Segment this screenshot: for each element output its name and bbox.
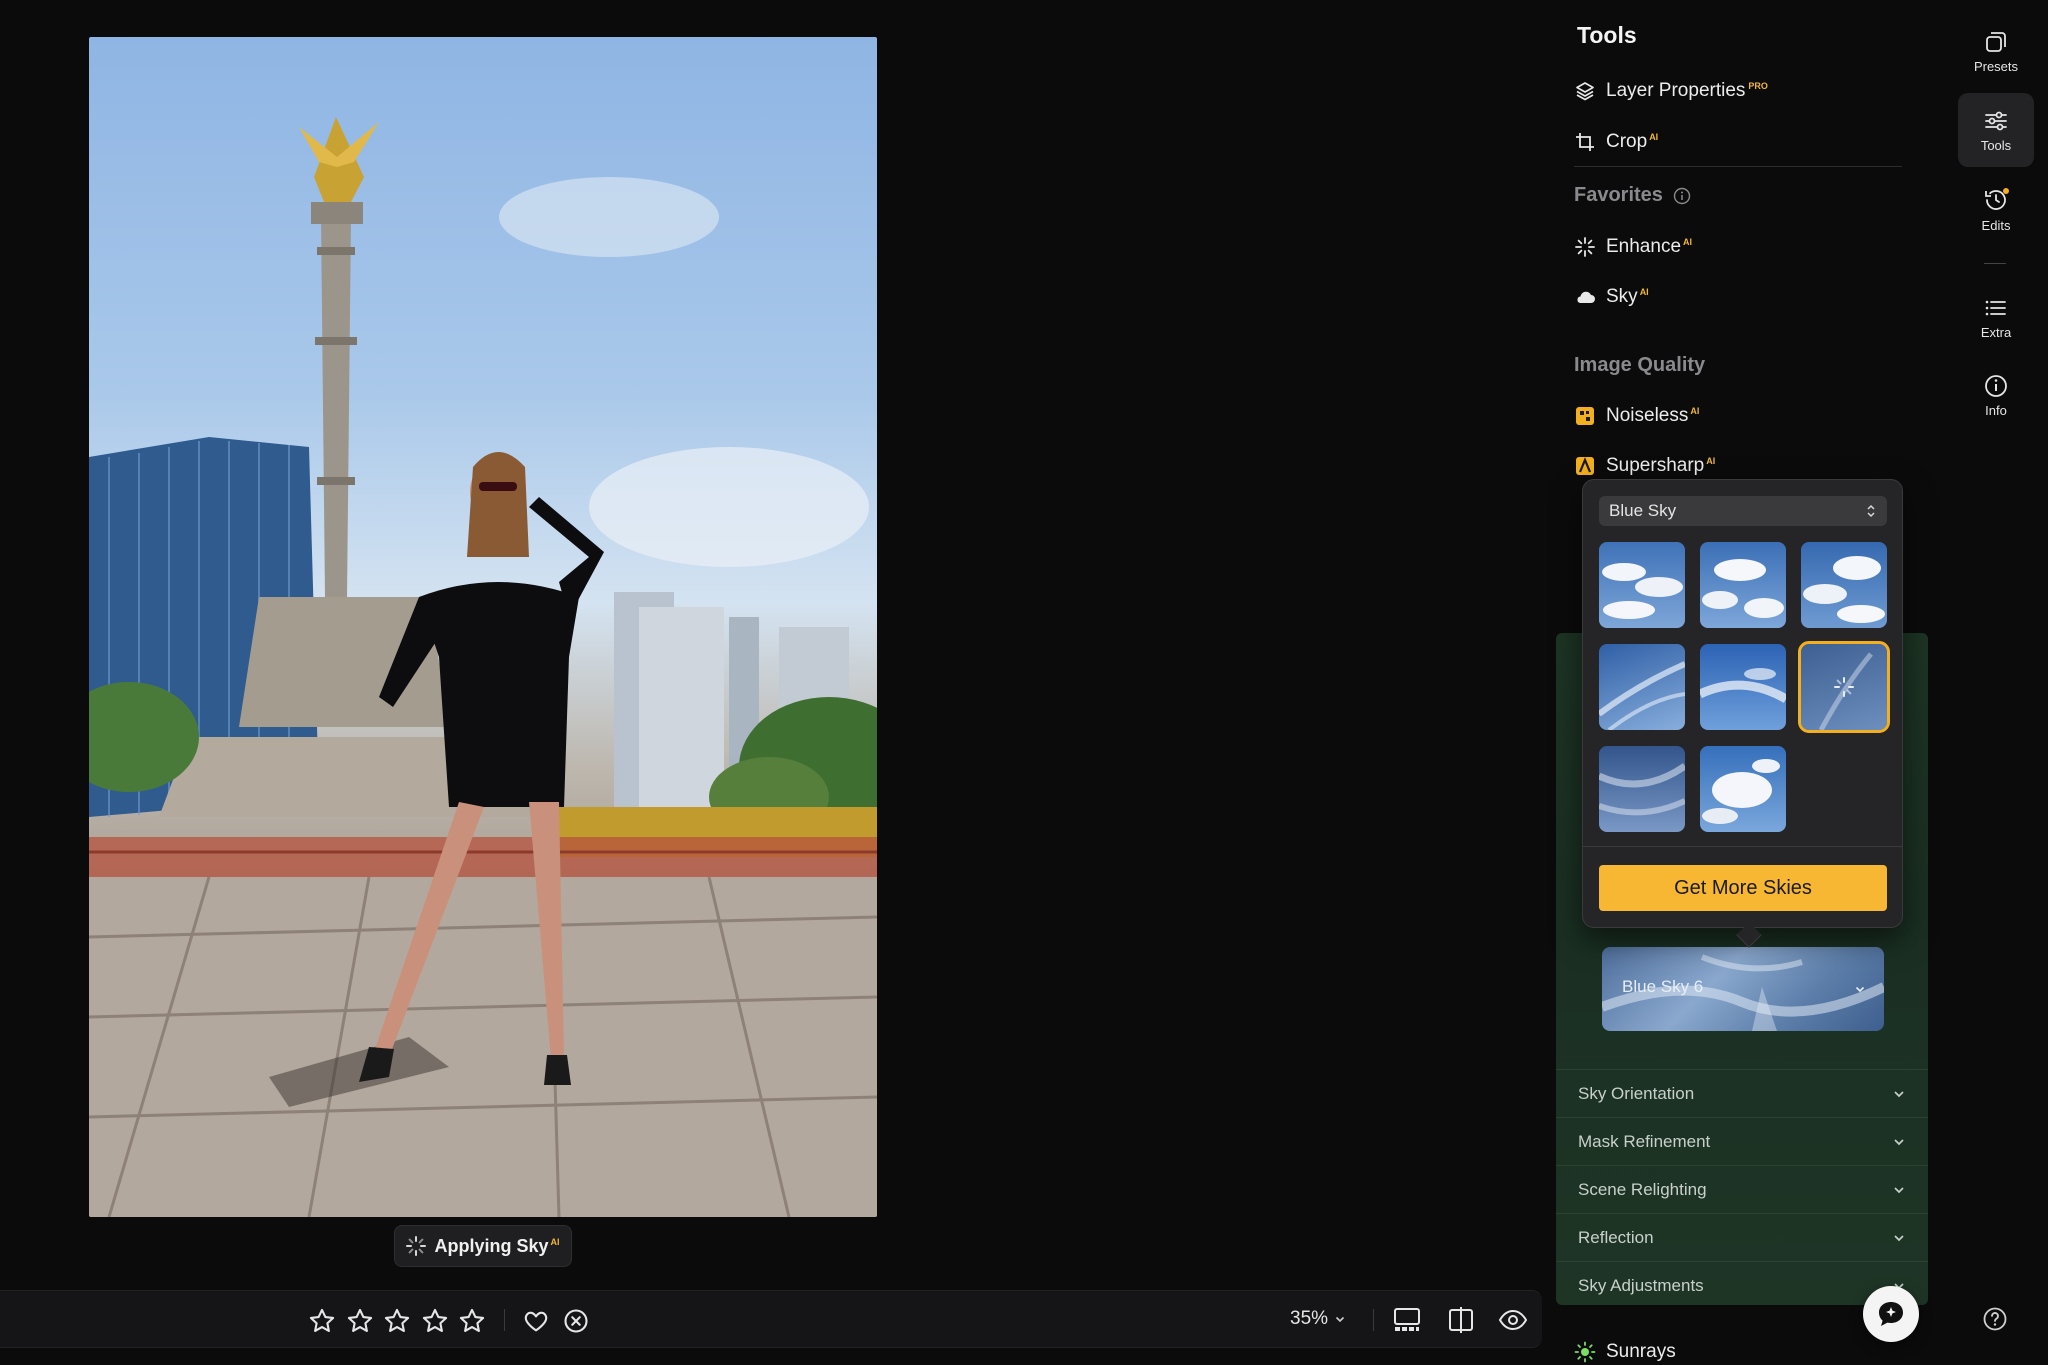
chevron-down-icon [1894, 1234, 1904, 1241]
chevron-down-icon [1855, 986, 1865, 993]
sky-thumbnail-image [1599, 763, 1685, 816]
sunrays-icon [1574, 1341, 1596, 1363]
chevron-down-icon [1335, 1316, 1345, 1323]
tool-noiseless[interactable]: Noiseless AI [1574, 399, 1699, 433]
rail-item-tools[interactable]: Tools [1958, 93, 2034, 167]
rail-item-presets[interactable]: Presets [1958, 14, 2034, 88]
rail-divider [1984, 263, 2006, 264]
rail-item-edits[interactable]: Edits [1958, 172, 2034, 246]
sky-thumbnail-8[interactable] [1700, 746, 1786, 832]
star-rating-2-icon[interactable] [346, 1307, 374, 1335]
panel-title: Tools [1577, 22, 1637, 48]
tool-enhance[interactable]: Enhance AI [1574, 230, 1692, 264]
tool-label: Supersharp AI [1606, 455, 1716, 476]
star-rating-1-icon[interactable] [308, 1307, 336, 1335]
accordion-mask-refinement[interactable]: Mask Refinement [1556, 1117, 1928, 1165]
heart-icon[interactable] [522, 1307, 550, 1335]
filmstrip-icon[interactable] [1392, 1306, 1422, 1334]
sky-selection-dropdown[interactable]: Blue Sky 6 [1602, 947, 1884, 1031]
tool-label: Enhance AI [1606, 236, 1693, 257]
star-rating-3-icon[interactable] [383, 1307, 411, 1335]
photo-canvas[interactable] [89, 37, 877, 1217]
notification-dot [2003, 187, 2009, 194]
star-rating-4-icon[interactable] [421, 1307, 449, 1335]
tool-layer-properties[interactable]: Layer Properties PRO [1574, 74, 1768, 108]
sky-thumbnail-image [1803, 556, 1885, 623]
toolbar-divider [504, 1309, 505, 1331]
supersharp-icon [1576, 457, 1594, 475]
tool-sunrays[interactable]: Sunrays [1574, 1335, 1676, 1365]
get-more-skies-button[interactable]: Get More Skies [1599, 865, 1887, 911]
sky-thumbnail-image [1702, 759, 1780, 824]
sky-thumbnail-7[interactable] [1599, 746, 1685, 832]
applying-sky-status: Applying Sky AI [394, 1225, 572, 1267]
chevron-down-icon [1894, 1138, 1904, 1145]
zoom-dropdown[interactable]: 35% [1290, 1308, 1346, 1330]
help-icon[interactable] [1982, 1306, 2008, 1332]
cloud-icon [1577, 291, 1595, 303]
sky-thumbnail-4[interactable] [1599, 644, 1685, 730]
chat-assistant-button[interactable] [1863, 1286, 1919, 1342]
tool-label: Layer Properties PRO [1606, 80, 1768, 101]
section-image-quality: Image Quality [1574, 354, 1706, 376]
sky-thumbnail-6-selected[interactable] [1798, 641, 1890, 733]
rail-item-extra[interactable]: Extra [1958, 280, 2034, 354]
sky-thumbnail-2[interactable] [1700, 542, 1786, 628]
tool-label: Sky AI [1606, 286, 1649, 307]
section-divider [1574, 166, 1902, 167]
crop-icon [1576, 133, 1594, 151]
sky-thumbnail-image [1700, 668, 1786, 703]
accordion-reflection[interactable]: Reflection [1556, 1213, 1928, 1261]
sky-picker-popover: Blue Sky Get More Skies [1582, 479, 1903, 948]
info-circle-icon[interactable] [1673, 187, 1691, 205]
tool-supersharp[interactable]: Supersharp AI [1574, 449, 1715, 483]
noiseless-icon [1576, 407, 1594, 425]
right-rail-nav: Presets Tools Edits Extra Info [1956, 0, 2048, 1365]
sky-thumbnail-image [1702, 559, 1784, 618]
selected-sky-name: Blue Sky 6 [1622, 977, 1704, 996]
tool-crop[interactable]: Crop AI [1574, 125, 1658, 159]
updown-chevron-icon [1867, 504, 1875, 518]
section-favorites: Favorites [1574, 184, 1691, 207]
sky-category-select[interactable]: Blue Sky [1599, 496, 1887, 526]
chat-sparkle-icon [1879, 1302, 1903, 1326]
presets-icon [1986, 31, 2006, 52]
tool-label: Crop AI [1606, 131, 1659, 152]
tool-sky[interactable]: Sky AI [1574, 280, 1649, 314]
spinner-icon [406, 1236, 427, 1256]
sky-thumbnail-image [1599, 661, 1685, 730]
sky-thumbnail-1[interactable] [1599, 542, 1685, 628]
rail-item-info[interactable]: Info [1958, 358, 2034, 432]
reject-icon[interactable] [562, 1307, 590, 1335]
list-icon [1985, 300, 2006, 315]
sky-thumbnail-image [1818, 652, 1873, 730]
layers-icon [1576, 82, 1594, 101]
toolbar-divider [1373, 1309, 1374, 1331]
enhance-sparkle-icon [1575, 237, 1595, 257]
history-icon [1985, 187, 2009, 210]
tool-label: Sunrays [1606, 1341, 1676, 1362]
sky-category-value: Blue Sky [1609, 501, 1677, 520]
sliders-icon [1985, 111, 2007, 130]
chevron-down-icon [1894, 1090, 1904, 1097]
accordion-sky-orientation[interactable]: Sky Orientation [1556, 1069, 1928, 1117]
photo-illustration [89, 117, 877, 1217]
applying-sky-label: Applying Sky AI [434, 1235, 560, 1256]
tool-label: Noiseless AI [1606, 405, 1700, 426]
preview-eye-icon[interactable] [1498, 1306, 1528, 1334]
chevron-down-icon [1894, 1186, 1904, 1193]
sky-thumbnail-image [1602, 563, 1683, 619]
sky-thumbnail-3[interactable] [1801, 542, 1887, 628]
star-rating-5-icon[interactable] [458, 1307, 486, 1335]
info-icon [1985, 374, 2007, 397]
zoom-level: 35% [1290, 1308, 1329, 1329]
bottom-toolbar: 35% [0, 1290, 1542, 1348]
compare-icon[interactable] [1446, 1306, 1476, 1334]
accordion-scene-relighting[interactable]: Scene Relighting [1556, 1165, 1928, 1213]
popover-divider [1583, 846, 1902, 847]
sky-thumbnail-5[interactable] [1700, 644, 1786, 730]
